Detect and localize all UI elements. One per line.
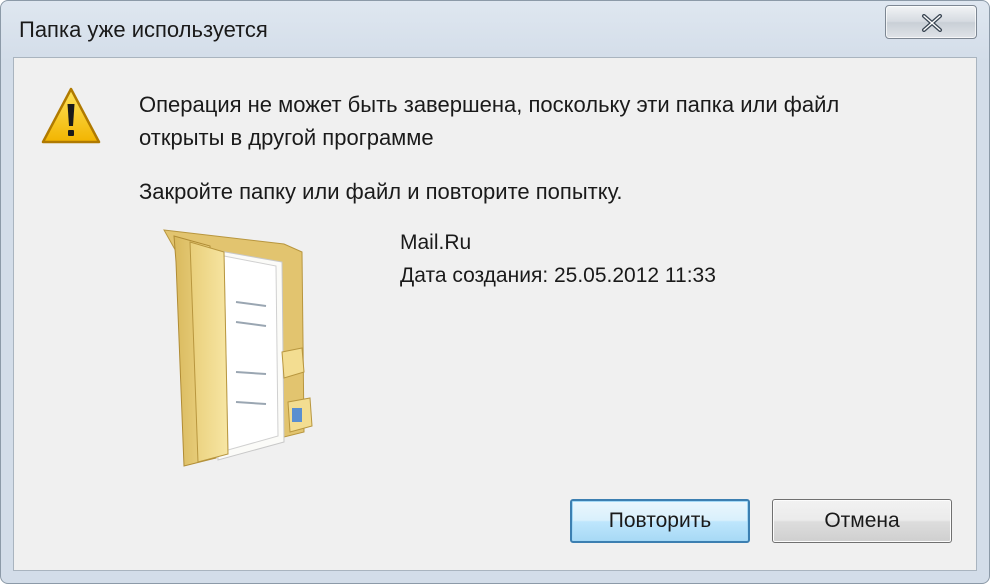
folder-icon — [163, 229, 313, 467]
close-icon — [922, 14, 942, 32]
title-bar[interactable]: Папка уже используется — [1, 1, 989, 57]
dialog-content: Операция не может быть завершена, поскол… — [13, 57, 977, 571]
error-message: Операция не может быть завершена, поскол… — [139, 88, 939, 154]
cancel-button[interactable]: Отмена — [772, 499, 952, 543]
instruction-text: Закройте папку или файл и повторите попы… — [139, 179, 623, 204]
warning-icon — [41, 87, 101, 144]
file-details: Mail.Ru Дата создания: 25.05.2012 11:33 — [400, 226, 716, 292]
message-line-2: открыты в другой программе — [139, 125, 434, 150]
file-name: Mail.Ru — [400, 231, 472, 254]
close-button[interactable] — [885, 5, 977, 39]
dialog-window: Папка уже используется Операция не может… — [0, 0, 990, 584]
retry-button[interactable]: Повторить — [570, 499, 750, 543]
file-created-date: Дата создания: 25.05.2012 11:33 — [400, 264, 716, 287]
message-line-1: Операция не может быть завершена, поскол… — [139, 92, 840, 117]
window-title: Папка уже используется — [19, 17, 268, 42]
